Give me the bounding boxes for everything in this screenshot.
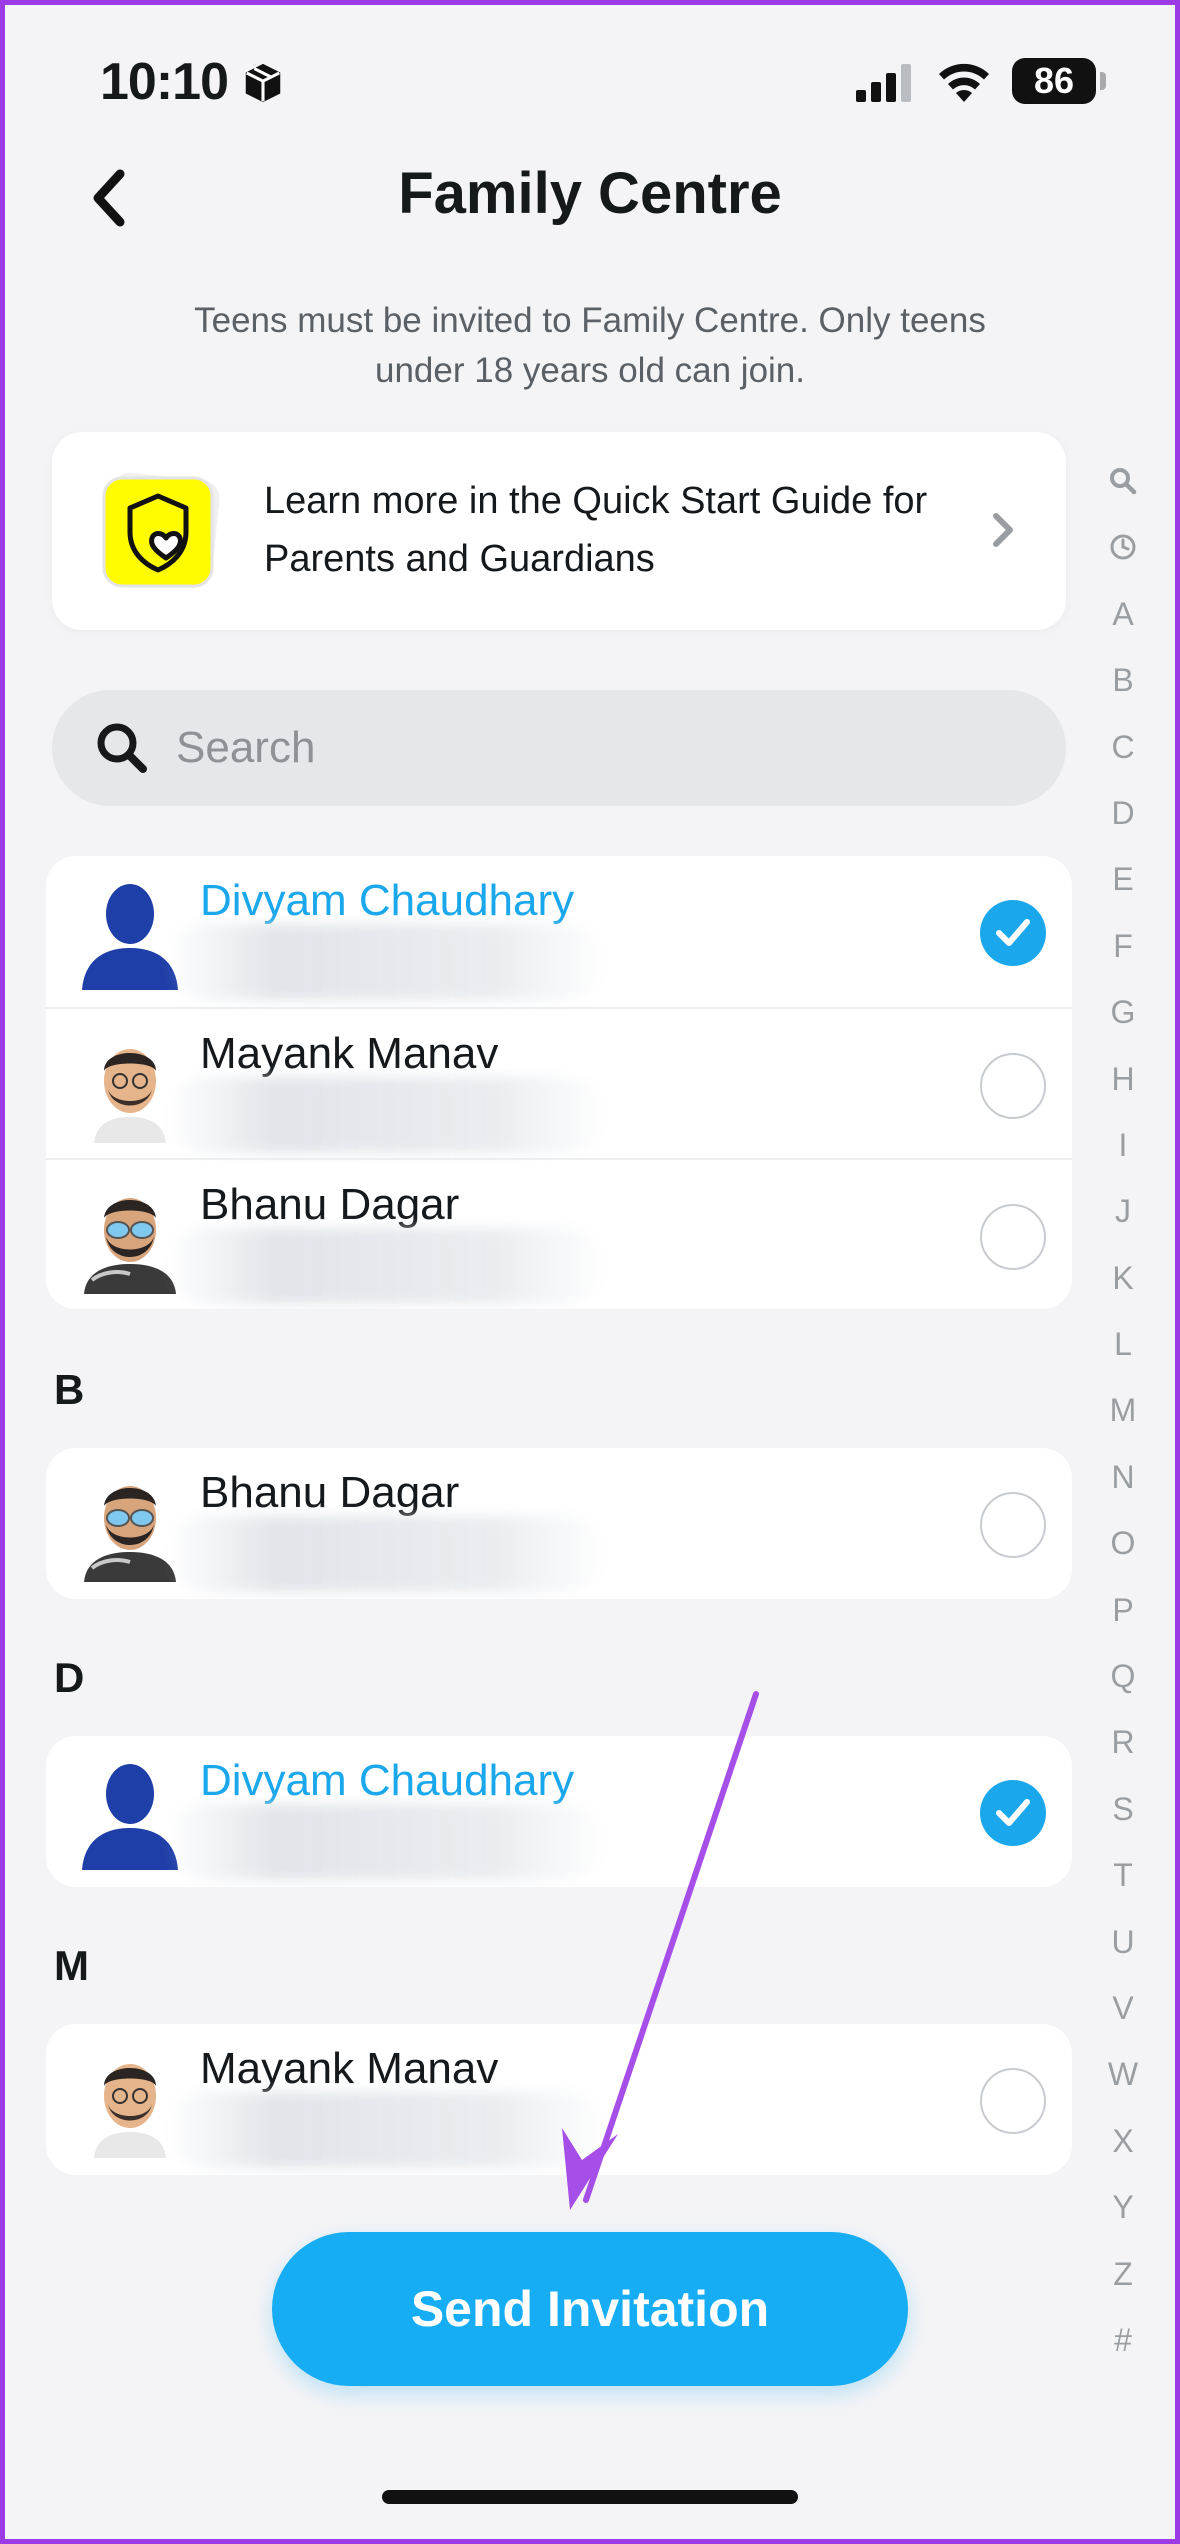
- clock-icon: [1110, 534, 1136, 560]
- home-indicator[interactable]: [382, 2490, 798, 2504]
- index-letter[interactable]: K: [1098, 1245, 1148, 1311]
- contact-row[interactable]: Divyam Chaudhary: [46, 1736, 1072, 1887]
- index-letter[interactable]: X: [1098, 2108, 1148, 2174]
- shield-heart-icon: [102, 472, 220, 588]
- checkmark-icon: [996, 919, 1030, 946]
- contact-row[interactable]: Divyam Chaudhary: [46, 856, 1072, 1007]
- index-letter[interactable]: L: [1098, 1311, 1148, 1377]
- section-d-card: Divyam Chaudhary: [46, 1736, 1072, 1887]
- status-time: 10:10: [100, 53, 229, 111]
- checkmark-icon: [996, 1799, 1030, 1826]
- send-invitation-button[interactable]: Send Invitation: [272, 2232, 908, 2386]
- index-letter[interactable]: #: [1098, 2307, 1148, 2373]
- index-letter[interactable]: N: [1098, 1444, 1148, 1510]
- contact-name: Mayank Manav: [200, 2044, 499, 2093]
- index-letter[interactable]: M: [1098, 1377, 1148, 1443]
- blurred-username: [166, 1516, 606, 1592]
- index-letter[interactable]: Q: [1098, 1643, 1148, 1709]
- index-letter[interactable]: H: [1098, 1046, 1148, 1112]
- selection-checkbox[interactable]: [980, 1780, 1046, 1846]
- index-letter[interactable]: O: [1098, 1510, 1148, 1576]
- index-letter[interactable]: C: [1098, 714, 1148, 780]
- contact-name: Bhanu Dagar: [200, 1468, 460, 1517]
- index-letter[interactable]: G: [1098, 979, 1148, 1045]
- index-letter[interactable]: Z: [1098, 2241, 1148, 2307]
- section-header-m: M: [54, 1942, 89, 1989]
- index-letter[interactable]: E: [1098, 846, 1148, 912]
- search-bar[interactable]: [52, 690, 1066, 806]
- chevron-right-icon: [993, 513, 1013, 547]
- index-letter[interactable]: R: [1098, 1709, 1148, 1775]
- blurred-username: [166, 1804, 606, 1880]
- contact-name: Mayank Manav: [200, 1029, 499, 1078]
- index-letter[interactable]: B: [1098, 647, 1148, 713]
- index-letters: A B C D E F G H I J K L M N O P Q R S T U V W X Y Z #: [1098, 581, 1148, 2374]
- quick-start-guide-card[interactable]: Learn more in the Quick Start Guide for …: [52, 432, 1066, 630]
- blurred-username: [166, 924, 606, 1000]
- contact-row[interactable]: Bhanu Dagar: [46, 1158, 1072, 1309]
- index-recent-icon[interactable]: [1098, 514, 1148, 580]
- contact-row[interactable]: Mayank Manav: [46, 1007, 1072, 1158]
- section-m-card: Mayank Manav: [46, 2024, 1072, 2175]
- battery-cap: [1100, 72, 1106, 90]
- quick-start-guide-text: Learn more in the Quick Start Guide for …: [264, 480, 928, 580]
- contact-name: Divyam Chaudhary: [200, 876, 575, 925]
- contact-name: Bhanu Dagar: [200, 1180, 460, 1229]
- index-letter[interactable]: T: [1098, 1842, 1148, 1908]
- blurred-username: [166, 1077, 606, 1153]
- section-header-d: D: [54, 1654, 85, 1701]
- blurred-username: [166, 2092, 606, 2168]
- index-letter[interactable]: Y: [1098, 2174, 1148, 2240]
- index-letter[interactable]: F: [1098, 913, 1148, 979]
- selection-checkbox[interactable]: [980, 900, 1046, 966]
- search-icon: [1110, 468, 1137, 495]
- page-subtitle: Teens must be invited to Family Centre. …: [194, 301, 986, 390]
- page-title: Family Centre: [398, 161, 782, 226]
- suggested-contacts-card: Divyam Chaudhary Mayank Manav Bhanu Daga…: [46, 856, 1072, 1309]
- selection-checkbox[interactable]: [980, 1204, 1046, 1270]
- battery-indicator: 86: [1012, 58, 1096, 104]
- index-letter[interactable]: I: [1098, 1112, 1148, 1178]
- blurred-username: [166, 1228, 606, 1304]
- section-header-b: B: [54, 1366, 85, 1413]
- index-letter[interactable]: U: [1098, 1909, 1148, 1975]
- selection-checkbox[interactable]: [980, 2068, 1046, 2134]
- index-letter[interactable]: W: [1098, 2041, 1148, 2107]
- index-letter[interactable]: S: [1098, 1776, 1148, 1842]
- cellular-signal-icon: [856, 64, 911, 102]
- cube-icon: [245, 63, 281, 103]
- search-input[interactable]: [176, 708, 996, 788]
- index-letter[interactable]: P: [1098, 1577, 1148, 1643]
- index-letter[interactable]: V: [1098, 1975, 1148, 2041]
- section-b-card: Bhanu Dagar: [46, 1448, 1072, 1599]
- index-letter[interactable]: D: [1098, 780, 1148, 846]
- index-letter[interactable]: A: [1098, 581, 1148, 647]
- contact-name: Divyam Chaudhary: [200, 1756, 575, 1805]
- selection-checkbox[interactable]: [980, 1053, 1046, 1119]
- contact-row[interactable]: Bhanu Dagar: [46, 1448, 1072, 1599]
- alphabet-index[interactable]: A B C D E F G H I J K L M N O P Q R S T U V W X Y Z #: [1098, 448, 1148, 2373]
- search-icon: [97, 723, 147, 773]
- index-letter[interactable]: J: [1098, 1178, 1148, 1244]
- selection-checkbox[interactable]: [980, 1492, 1046, 1558]
- wifi-icon: [939, 63, 989, 102]
- index-search-icon[interactable]: [1098, 448, 1148, 514]
- contact-row[interactable]: Mayank Manav: [46, 2024, 1072, 2175]
- annotation-arrow-icon: [562, 1691, 759, 2210]
